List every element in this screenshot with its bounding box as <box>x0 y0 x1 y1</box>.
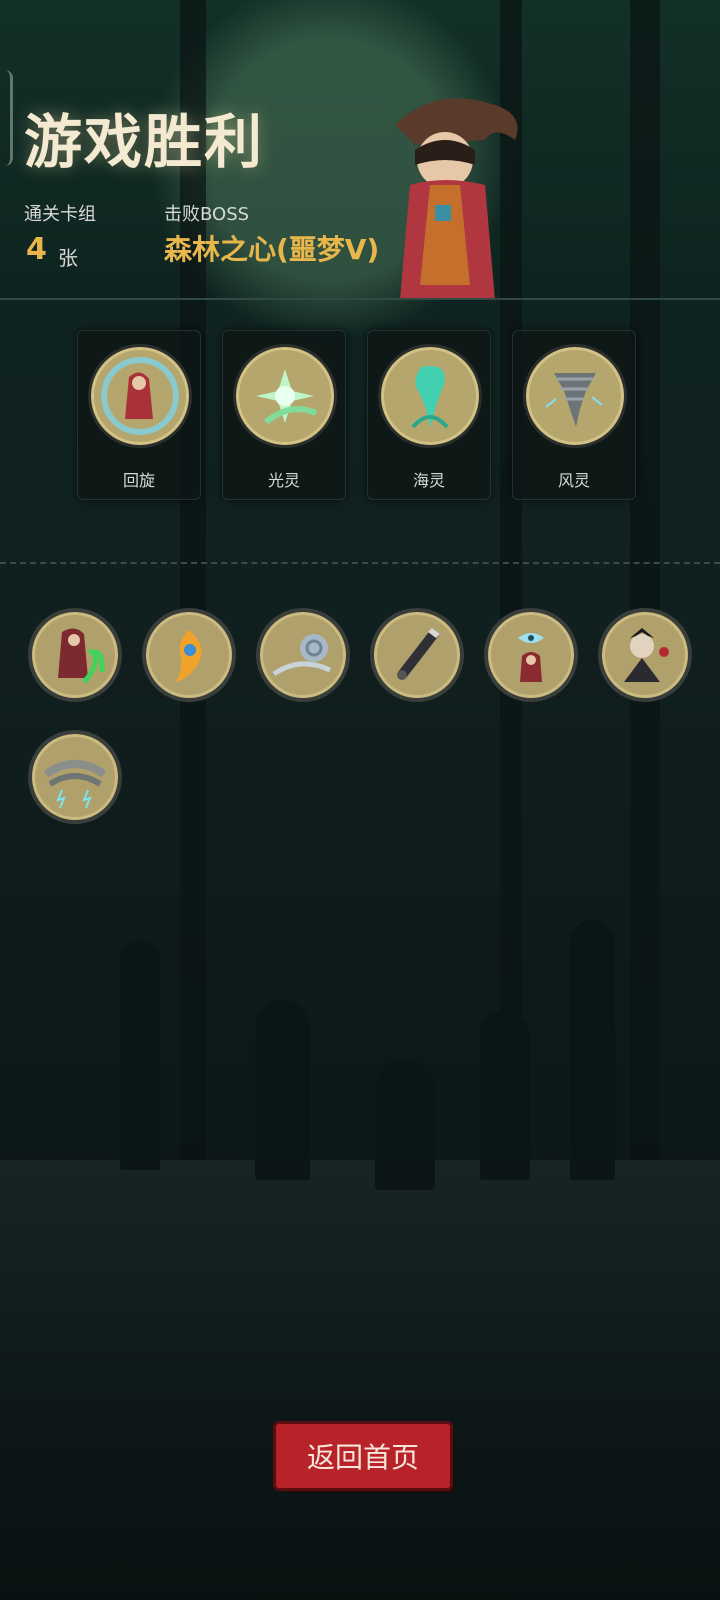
back-to-home-button[interactable]: 返回首页 <box>276 1424 450 1488</box>
section-divider <box>0 562 720 564</box>
rock <box>255 1000 310 1180</box>
card-slot-4[interactable]: 风灵 <box>512 330 636 500</box>
cards-unit: 张 <box>58 246 78 270</box>
card-slot-2[interactable]: 光灵 <box>222 330 346 500</box>
storm-cloud-icon[interactable] <box>28 730 122 824</box>
cards-count: 4 <box>26 232 47 267</box>
boss-label: 击败BOSS <box>164 204 250 225</box>
boss-name: 森林之心(噩梦V) <box>164 233 380 266</box>
ground <box>0 1160 720 1600</box>
whirl-witch-icon <box>88 344 192 448</box>
rock <box>375 1060 435 1190</box>
card-slot-1[interactable]: 回旋 <box>77 330 201 500</box>
red-hood-green-vine-icon[interactable] <box>28 608 122 702</box>
card-label: 回旋 <box>122 471 155 490</box>
sea-spirit-icon <box>378 344 482 448</box>
card-label: 光灵 <box>267 471 300 490</box>
rock <box>480 1010 530 1180</box>
hero-character-image <box>395 98 518 300</box>
vampire-icon[interactable] <box>598 608 692 702</box>
card-label: 海灵 <box>412 471 445 490</box>
card-slot-3[interactable]: 海灵 <box>367 330 491 500</box>
rock <box>570 920 615 1180</box>
smoke-spiral-icon[interactable] <box>256 608 350 702</box>
rock <box>120 940 160 1170</box>
cards-label: 通关卡组 <box>24 204 96 225</box>
victory-header: 游戏胜利 通关卡组 4 张 击败BOSS 森林之心(噩梦V) <box>0 0 720 300</box>
light-spirit-icon <box>233 344 337 448</box>
eye-shrine-icon[interactable] <box>484 608 578 702</box>
card-label: 风灵 <box>557 471 590 490</box>
dark-dagger-icon[interactable] <box>370 608 464 702</box>
wind-spirit-icon <box>523 344 627 448</box>
header-divider <box>0 298 720 300</box>
page-title: 游戏胜利 <box>24 108 265 176</box>
phoenix-feather-icon[interactable] <box>142 608 236 702</box>
panel-edge <box>0 70 13 166</box>
